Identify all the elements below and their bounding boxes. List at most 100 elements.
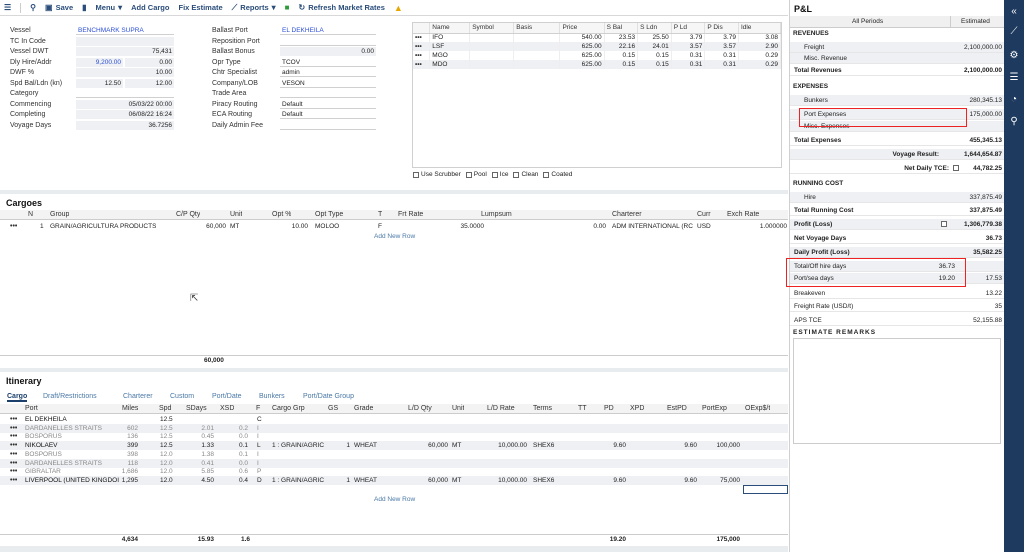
- fuel-cell[interactable]: 3.57: [704, 42, 739, 51]
- itinerary-row[interactable]: ••• NIKOLAEV 399 12.5 1.33 0.1 L 1 : GRAIN/AGRI…: [0, 441, 788, 451]
- fuel-header[interactable]: P Ld: [671, 23, 706, 34]
- fuel-cell[interactable]: 0.31: [671, 60, 706, 69]
- itinerary-cell-miles[interactable]: 118: [110, 459, 138, 468]
- fuel-header[interactable]: Idle: [738, 23, 782, 34]
- cargo-cell[interactable]: 35.0000: [398, 222, 485, 231]
- fuel-cell[interactable]: [469, 60, 515, 69]
- itinerary-row[interactable]: ••• EL DEKHEILA 12.5 C: [0, 415, 788, 424]
- itinerary-header[interactable]: Unit: [452, 404, 464, 414]
- cargo-header[interactable]: T: [378, 210, 382, 220]
- itinerary-cell-unit[interactable]: [452, 450, 472, 459]
- itinerary-cell-sdays[interactable]: 4.50: [186, 476, 214, 485]
- itinerary-cell-grp[interactable]: [272, 432, 327, 441]
- oexp-input[interactable]: [743, 485, 788, 494]
- cargo-cell[interactable]: 1: [40, 222, 44, 231]
- form-value[interactable]: 10.00: [76, 68, 174, 77]
- itinerary-cell-terms[interactable]: [533, 467, 563, 476]
- itinerary-cell-portexp[interactable]: [700, 424, 740, 433]
- itinerary-cell-pd[interactable]: [598, 459, 626, 468]
- cargo-header[interactable]: Exch Rate: [727, 210, 759, 220]
- itinerary-header[interactable]: L/D Rate: [487, 404, 515, 414]
- form-value[interactable]: [280, 37, 376, 46]
- row-menu-icon[interactable]: •••: [413, 42, 431, 51]
- search-button[interactable]: ⚲: [30, 3, 36, 12]
- fuel-cell[interactable]: 3.79: [671, 33, 706, 42]
- fuel-cell[interactable]: 625.00: [559, 51, 605, 60]
- form-value[interactable]: [76, 36, 174, 46]
- cargo-header[interactable]: N: [28, 210, 33, 220]
- itinerary-header[interactable]: OExp$/t: [745, 404, 770, 414]
- cargo-header[interactable]: Frt Rate: [398, 210, 423, 220]
- form-value[interactable]: 75,431: [76, 47, 174, 56]
- itinerary-cell-grade[interactable]: [354, 450, 394, 459]
- fuel-cell[interactable]: [513, 60, 561, 69]
- itinerary-row[interactable]: ••• LIVERPOOL (UNITED KINGDOI 1,295 12.0 4.5…: [0, 475, 788, 485]
- itinerary-cell-terms[interactable]: SHEX6: [533, 476, 563, 485]
- itinerary-tab[interactable]: Draft/Restrictions: [43, 393, 97, 400]
- itinerary-cell-gs[interactable]: [332, 459, 350, 468]
- itinerary-header[interactable]: Miles: [122, 404, 138, 414]
- itinerary-cell-qty[interactable]: [408, 432, 448, 441]
- cargo-cell[interactable]: 10.00: [272, 222, 308, 231]
- itinerary-cell-pd[interactable]: [598, 415, 626, 424]
- fuel-option-checkbox[interactable]: Clean: [513, 171, 538, 178]
- itinerary-cell-f[interactable]: C: [257, 415, 267, 424]
- itinerary-cell-grp[interactable]: [272, 424, 327, 433]
- itinerary-add-new-row[interactable]: Add New Row: [374, 496, 415, 503]
- row-menu-icon[interactable]: •••: [10, 432, 17, 441]
- itinerary-tab[interactable]: Port/Date Group: [303, 393, 354, 400]
- itinerary-row[interactable]: ••• BOSPORUS 136 12.5 0.45 0.0 I: [0, 432, 788, 441]
- itinerary-tab[interactable]: Cargo: [7, 393, 28, 402]
- itinerary-cell-rate[interactable]: [487, 424, 527, 433]
- itinerary-cell-sdays[interactable]: [186, 415, 214, 424]
- row-menu-icon[interactable]: •••: [10, 467, 17, 476]
- row-menu-icon[interactable]: •••: [10, 476, 17, 485]
- itinerary-cell-qty[interactable]: 60,000: [408, 441, 448, 450]
- itinerary-header[interactable]: XSD: [220, 404, 234, 414]
- itinerary-cell-grade[interactable]: [354, 459, 394, 468]
- form-value-secondary[interactable]: 12.00: [125, 78, 174, 88]
- itinerary-cell-grp[interactable]: [272, 415, 327, 424]
- itinerary-header[interactable]: Grade: [354, 404, 373, 414]
- itinerary-cell-qty[interactable]: [408, 467, 448, 476]
- itinerary-cell-sdays[interactable]: 1.33: [186, 441, 214, 450]
- itinerary-row[interactable]: ••• DARDANELLES STRAITS 602 12.5 2.01 0.2 I: [0, 423, 788, 433]
- itinerary-header[interactable]: GS: [328, 404, 338, 414]
- estimated-column[interactable]: Estimated: [950, 16, 1005, 28]
- itinerary-cell-portexp[interactable]: [700, 459, 740, 468]
- itinerary-cell-portexp[interactable]: [700, 415, 740, 424]
- fuel-header[interactable]: P Dis: [704, 23, 739, 34]
- itinerary-cell-pd[interactable]: [598, 467, 626, 476]
- itinerary-cell-miles[interactable]: 399: [110, 441, 138, 450]
- fuel-cell[interactable]: 0.29: [738, 51, 782, 60]
- collapse-button[interactable]: ☰: [4, 3, 11, 12]
- itinerary-cell-gs[interactable]: [332, 467, 350, 476]
- itinerary-cell-rate[interactable]: [487, 459, 527, 468]
- fuel-option-checkbox[interactable]: Coated: [543, 171, 572, 178]
- itinerary-cell-f[interactable]: P: [257, 467, 267, 476]
- itinerary-cell-miles[interactable]: 136: [110, 432, 138, 441]
- itinerary-cell-xsd[interactable]: 0.2: [222, 424, 248, 433]
- itinerary-cell-estpd[interactable]: [667, 424, 697, 433]
- itinerary-cell-gs[interactable]: [332, 415, 350, 424]
- itinerary-cell-pd[interactable]: 9.60: [598, 476, 626, 485]
- row-menu-icon[interactable]: •••: [10, 424, 17, 433]
- itinerary-cell-rate[interactable]: 10,000.00: [487, 441, 527, 450]
- itinerary-cell-grp[interactable]: [272, 467, 327, 476]
- itinerary-cell-sdays[interactable]: 2.01: [186, 424, 214, 433]
- checkbox-icon[interactable]: [953, 165, 959, 171]
- fuel-row[interactable]: ••• IFO 540.00 23.53 25.50 3.79 3.79 3.08: [413, 33, 782, 42]
- itinerary-cell-f[interactable]: I: [257, 450, 267, 459]
- itinerary-cell-estpd[interactable]: [667, 450, 697, 459]
- itinerary-cell-grade[interactable]: [354, 467, 394, 476]
- fuel-option-checkbox[interactable]: Ice: [491, 171, 508, 178]
- itinerary-cell-xsd[interactable]: 0.4: [222, 476, 248, 485]
- itinerary-cell-port[interactable]: NIKOLAEV: [25, 441, 120, 450]
- itinerary-cell-pd[interactable]: [598, 424, 626, 433]
- row-menu-icon[interactable]: •••: [413, 33, 431, 42]
- itinerary-header[interactable]: EstPD: [667, 404, 687, 414]
- row-menu-icon[interactable]: •••: [10, 441, 17, 450]
- itinerary-cell-xsd[interactable]: 0.6: [222, 467, 248, 476]
- itinerary-cell-f[interactable]: L: [257, 441, 267, 450]
- itinerary-cell-miles[interactable]: [110, 415, 138, 424]
